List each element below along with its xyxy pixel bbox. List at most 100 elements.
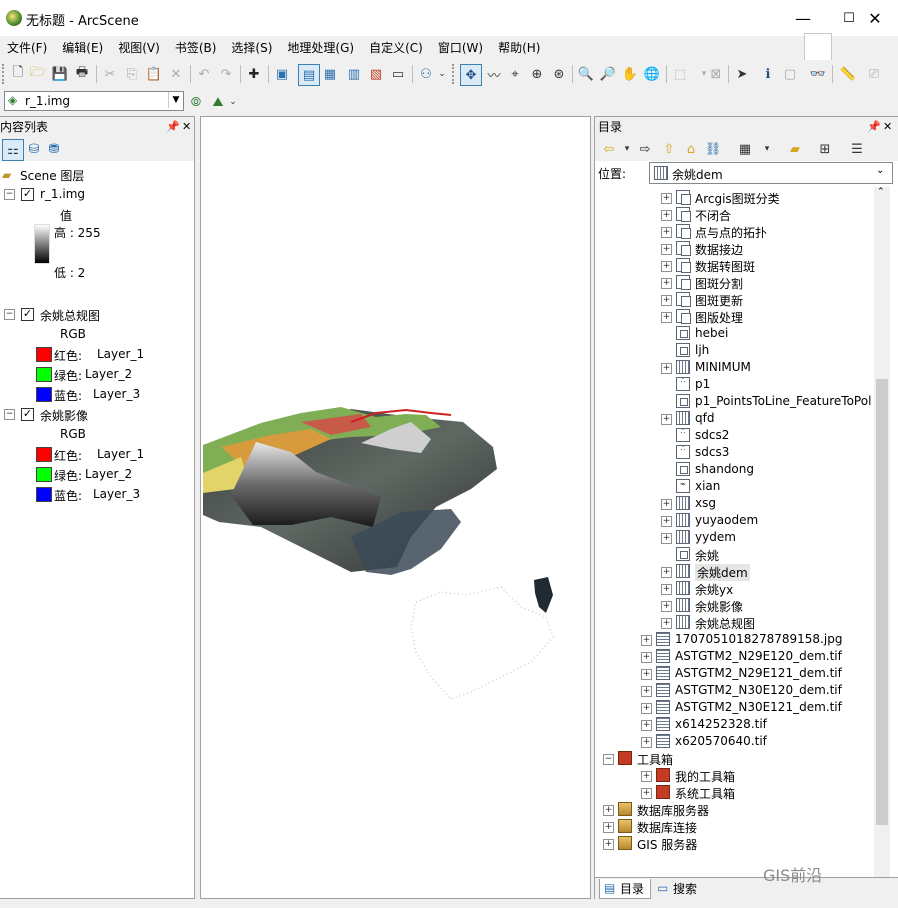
catalog-item[interactable]: + 我的工具箱 (595, 767, 874, 784)
print-icon[interactable]: 🖶 (72, 64, 92, 84)
set-observer-icon[interactable]: ⊛ (549, 64, 569, 84)
location-dropdown-icon[interactable]: ⌄ (876, 165, 884, 176)
undo-icon[interactable]: ↶ (194, 64, 214, 84)
catalog-item[interactable]: p1_PointsToLine_FeatureToPol (595, 393, 874, 410)
model-builder-icon[interactable]: ⚇ (416, 64, 436, 84)
scrollbar-thumb[interactable] (876, 379, 888, 825)
collapse-toggle[interactable]: − (4, 189, 15, 200)
clear-selection-icon[interactable]: ⊠ (706, 64, 726, 84)
zoom-in-icon[interactable]: 🔍 (576, 64, 596, 84)
views-icon[interactable]: ▦ (735, 139, 755, 159)
catalog-item[interactable]: + ASTGTM2_N30E120_dem.tif (595, 682, 874, 699)
catalog-item[interactable]: + 数据库服务器 (595, 801, 874, 818)
cut-icon[interactable]: ✂ (100, 64, 120, 84)
catalog-item[interactable]: + x620570640.tif (595, 733, 874, 750)
expand-toggle[interactable]: + (641, 686, 652, 697)
paste-icon[interactable]: 📋 (144, 64, 164, 84)
catalog-item[interactable]: ljh (595, 342, 874, 359)
fly-icon[interactable]: 〰 (484, 64, 504, 84)
catalog-item[interactable]: − 工具箱 (595, 750, 874, 767)
redo-icon[interactable]: ↷ (216, 64, 236, 84)
catalog-item[interactable]: + 数据接边 (595, 240, 874, 257)
layer-name[interactable]: 余姚总规图 (40, 307, 100, 324)
close-panel-icon[interactable]: ✕ (182, 117, 191, 137)
contour-icon[interactable]: ⦾ (186, 92, 206, 112)
catalog-item[interactable]: ∴ sdcs3 (595, 444, 874, 461)
catalog-item[interactable]: + 图斑更新 (595, 291, 874, 308)
measure-icon[interactable]: 📏 (838, 64, 858, 84)
zoom-to-target-icon[interactable]: ⊕ (527, 64, 547, 84)
expand-toggle[interactable]: + (641, 737, 652, 748)
catalog-item[interactable]: + ASTGTM2_N29E120_dem.tif (595, 648, 874, 665)
catalog-item[interactable]: + xsg (595, 495, 874, 512)
select-elements-icon[interactable]: ➤ (732, 64, 752, 84)
catalog-item[interactable]: + qfd (595, 410, 874, 427)
pan-icon[interactable]: ✋ (620, 64, 640, 84)
layer-name[interactable]: r_1.img (40, 187, 85, 201)
minimize-button[interactable]: — (780, 4, 826, 32)
scene-view[interactable] (200, 116, 591, 899)
location-combo[interactable]: 余姚dem ⌄ (649, 162, 893, 184)
layer-combo-dropdown-icon[interactable]: ▼ (168, 92, 183, 108)
expand-toggle[interactable]: + (661, 312, 672, 323)
expand-toggle[interactable]: + (661, 499, 672, 510)
catalog-item[interactable]: 余姚 (595, 546, 874, 563)
catalog-item[interactable]: + 余姚总规图 (595, 614, 874, 631)
scene-3d-render[interactable] (201, 117, 590, 898)
toolbar-overflow-chevron-icon[interactable]: ⌄ (437, 64, 447, 84)
catalog-item[interactable]: + 余姚yx (595, 580, 874, 597)
delete-icon[interactable]: ✕ (166, 64, 186, 84)
back-dropdown-icon[interactable]: ▾ (617, 139, 637, 159)
layer-name[interactable]: 余姚影像 (40, 407, 88, 424)
catalog-item[interactable]: + 不闭合 (595, 206, 874, 223)
tab-search[interactable]: ▭ 搜索 (653, 880, 703, 897)
catalog-item[interactable]: shandong (595, 461, 874, 478)
catalog-item[interactable]: + 余姚dem (595, 563, 874, 581)
expand-toggle[interactable]: + (661, 516, 672, 527)
menu-help[interactable]: 帮助(H) (491, 37, 548, 59)
views-dropdown-icon[interactable]: ▾ (757, 139, 777, 159)
list-by-drawing-order-icon[interactable]: ⚏ (2, 139, 24, 161)
expand-toggle[interactable]: + (641, 635, 652, 646)
full-extent-icon[interactable]: 🌐 (642, 64, 662, 84)
menu-customize[interactable]: 自定义(C) (362, 37, 431, 59)
expand-toggle[interactable]: + (603, 805, 614, 816)
catalog-item[interactable]: ∴ sdcs2 (595, 427, 874, 444)
catalog-item[interactable]: + 余姚影像 (595, 597, 874, 614)
list-by-visibility-icon[interactable]: ⛃ (44, 139, 64, 159)
layer-combo[interactable]: ◈ r_1.img ▼ (4, 91, 184, 111)
animation-icon[interactable]: ⎚ (864, 64, 884, 84)
expand-toggle[interactable]: + (661, 533, 672, 544)
pin-icon[interactable]: 📌 (166, 117, 180, 137)
expand-toggle[interactable]: + (641, 771, 652, 782)
expand-toggle[interactable]: + (661, 193, 672, 204)
navigate-icon[interactable]: ✥ (460, 64, 482, 86)
catalog-item[interactable]: + 系统工具箱 (595, 784, 874, 801)
arctoolbox-icon[interactable]: ▥ (344, 64, 364, 84)
menu-view[interactable]: 视图(V) (111, 37, 168, 59)
pin-icon[interactable]: 📌 (867, 117, 881, 137)
toolbox-window-icon[interactable]: ▧ (366, 64, 386, 84)
expand-toggle[interactable]: + (661, 261, 672, 272)
find-binoculars-icon[interactable]: 👓 (808, 64, 828, 84)
layer-visibility-checkbox[interactable]: ✓ (21, 408, 34, 421)
expand-toggle[interactable]: + (641, 669, 652, 680)
save-icon[interactable]: 💾 (50, 64, 70, 84)
forward-arrow-icon[interactable]: ⇨ (635, 139, 655, 159)
menu-windows[interactable]: 窗口(W) (431, 37, 491, 59)
new-document-icon[interactable]: 🗋 (8, 64, 28, 84)
collapse-toggle[interactable]: − (4, 309, 15, 320)
catalog-item[interactable]: + Arcgis图斑分类 (595, 189, 874, 206)
toolbar-grip[interactable] (2, 64, 7, 84)
catalog-item[interactable]: + 点与点的拓扑 (595, 223, 874, 240)
expand-toggle[interactable]: + (661, 227, 672, 238)
expand-toggle[interactable]: + (661, 584, 672, 595)
close-button[interactable]: ✕ (852, 4, 898, 32)
help-search-box[interactable] (804, 33, 832, 61)
identify-icon[interactable]: ℹ (758, 64, 778, 84)
expand-toggle[interactable]: + (661, 363, 672, 374)
collapse-toggle[interactable]: − (603, 754, 614, 765)
catalog-item[interactable]: + MINIMUM (595, 359, 874, 376)
toolbar-grip[interactable] (452, 64, 457, 84)
expand-toggle[interactable]: + (661, 618, 672, 629)
